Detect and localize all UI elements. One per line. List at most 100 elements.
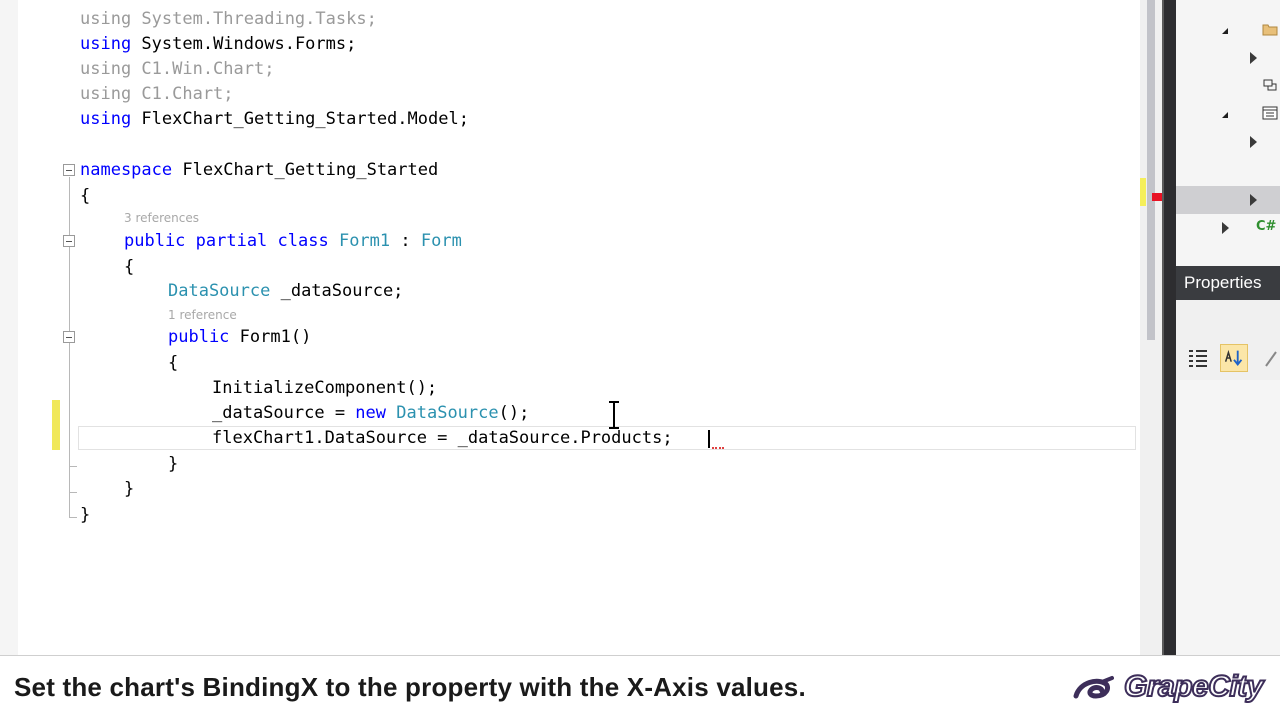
code-token: : bbox=[390, 231, 421, 251]
code-token: } bbox=[124, 479, 135, 499]
properties-window-title[interactable]: Properties bbox=[1176, 266, 1280, 300]
code-line-text: public Form1() bbox=[168, 325, 311, 349]
scrollbar-thumb[interactable] bbox=[1147, 0, 1155, 340]
references-icon bbox=[1263, 79, 1277, 91]
code-token: DataSource bbox=[168, 281, 271, 301]
code-token: } bbox=[80, 505, 91, 525]
alphabetical-sort-icon bbox=[1224, 349, 1243, 366]
code-line-text: using System.Threading.Tasks; bbox=[80, 7, 377, 31]
solution-tree-row[interactable] bbox=[1176, 72, 1280, 100]
code-line[interactable]: using C1.Chart; bbox=[0, 82, 1140, 106]
code-token: { bbox=[168, 353, 179, 373]
code-line[interactable]: public partial class Form1 : Form bbox=[0, 229, 1140, 253]
code-token: (); bbox=[498, 403, 530, 423]
code-token: _dataSource; bbox=[270, 281, 404, 301]
expanded-arrow-icon[interactable] bbox=[1222, 28, 1228, 34]
solution-tree-row[interactable] bbox=[1176, 100, 1280, 128]
pane-splitter[interactable] bbox=[1162, 0, 1176, 655]
code-line[interactable]: } bbox=[0, 503, 1140, 527]
code-token: Form1 bbox=[338, 231, 391, 251]
code-line-text: InitializeComponent(); bbox=[212, 376, 437, 400]
code-line-text: { bbox=[80, 184, 90, 208]
grapecity-logo-icon bbox=[1073, 676, 1114, 699]
codelens-class-references[interactable]: 3 references bbox=[124, 209, 199, 227]
code-line-text: _dataSource = new DataSource(); bbox=[212, 401, 529, 425]
scrollbar-change-marker bbox=[1140, 178, 1146, 206]
code-line-text: { bbox=[124, 255, 134, 279]
code-token: DataSource bbox=[396, 403, 499, 423]
code-line[interactable]: using FlexChart_Getting_Started.Model; bbox=[0, 107, 1140, 131]
code-token: flexChart1.DataSource = _dataSource.Prod… bbox=[212, 428, 673, 448]
ibeam-cursor-icon bbox=[609, 401, 619, 429]
collapse-class-icon[interactable] bbox=[63, 235, 75, 247]
properties-toolbar bbox=[1176, 300, 1280, 380]
outline-guide-end bbox=[69, 466, 77, 467]
code-line[interactable]: InitializeComponent(); bbox=[0, 376, 1140, 400]
collapsed-arrow-icon[interactable] bbox=[1250, 52, 1257, 64]
code-line[interactable]: using System.Threading.Tasks; bbox=[0, 7, 1140, 31]
code-line[interactable]: { bbox=[0, 184, 1140, 208]
caption-text: Set the chart's BindingX to the property… bbox=[14, 672, 806, 702]
solution-tree-row-selected[interactable] bbox=[1176, 186, 1280, 214]
brand-name: GrapeCity bbox=[1123, 669, 1264, 704]
code-line-text: } bbox=[168, 452, 178, 476]
solution-tree-row[interactable] bbox=[1176, 16, 1280, 44]
solution-tree-row[interactable] bbox=[1176, 44, 1280, 72]
alphabetical-view-button[interactable] bbox=[1220, 344, 1248, 372]
change-indicator bbox=[52, 400, 60, 450]
code-line[interactable]: using System.Windows.Forms; bbox=[0, 32, 1140, 56]
codelens-ctor-references[interactable]: 1 reference bbox=[168, 306, 237, 324]
caption-bar: Set the chart's BindingX to the property… bbox=[0, 655, 1280, 720]
expanded-arrow-icon[interactable] bbox=[1222, 112, 1228, 118]
code-editor[interactable]: using System.Threading.Tasks; using Syst… bbox=[0, 0, 1140, 655]
scrollbar-error-marker bbox=[1152, 193, 1162, 201]
code-token: Form1() bbox=[229, 327, 312, 347]
collapse-namespace-icon[interactable] bbox=[63, 164, 75, 176]
solution-tree-row[interactable] bbox=[1176, 128, 1280, 156]
outline-guide-end bbox=[69, 517, 77, 518]
code-line[interactable]: using C1.Win.Chart; bbox=[0, 57, 1140, 81]
code-line[interactable]: flexChart1.DataSource = _dataSource.Prod… bbox=[0, 426, 1140, 450]
editor-scrollbar[interactable] bbox=[1140, 0, 1162, 655]
collapsed-arrow-icon[interactable] bbox=[1222, 222, 1229, 234]
code-line-text: namespace FlexChart_Getting_Started bbox=[80, 158, 438, 182]
code-line-text: public partial class Form1 : Form bbox=[124, 229, 462, 253]
code-token: using System.Threading.Tasks; bbox=[80, 9, 377, 29]
code-token: System.Windows.Forms; bbox=[131, 34, 357, 54]
right-tool-pane: C# Properties bbox=[1176, 0, 1280, 655]
solution-tree-row[interactable]: C# bbox=[1176, 214, 1280, 242]
code-line-text: flexChart1.DataSource = _dataSource.Prod… bbox=[212, 426, 673, 450]
code-line[interactable]: public Form1() bbox=[0, 325, 1140, 349]
folder-icon bbox=[1262, 24, 1278, 36]
code-line[interactable]: } bbox=[0, 452, 1140, 476]
outline-guide-end bbox=[69, 492, 77, 493]
collapsed-arrow-icon[interactable] bbox=[1250, 136, 1257, 148]
code-token: new bbox=[355, 403, 387, 423]
error-squiggle bbox=[712, 444, 724, 449]
code-token: _dataSource = bbox=[212, 403, 356, 423]
code-token: FlexChart_Getting_Started.Model; bbox=[131, 109, 469, 129]
code-token: using C1.Chart; bbox=[80, 84, 234, 104]
property-pages-icon[interactable] bbox=[1260, 344, 1280, 372]
code-token: namespace bbox=[80, 160, 173, 180]
code-token: InitializeComponent(); bbox=[212, 378, 438, 398]
code-line-text: using C1.Chart; bbox=[80, 82, 234, 106]
code-line[interactable]: { bbox=[0, 351, 1140, 375]
code-line[interactable]: { bbox=[0, 255, 1140, 279]
code-line[interactable]: } bbox=[0, 477, 1140, 501]
categorized-view-icon[interactable] bbox=[1184, 344, 1212, 372]
code-line-text: } bbox=[124, 477, 134, 501]
csharp-file-icon: C# bbox=[1256, 219, 1277, 234]
collapse-method-icon[interactable] bbox=[63, 331, 75, 343]
code-line[interactable]: namespace FlexChart_Getting_Started bbox=[0, 158, 1140, 182]
collapsed-arrow-icon[interactable] bbox=[1250, 194, 1257, 206]
code-token: using C1.Win.Chart; bbox=[80, 59, 275, 79]
code-line[interactable]: _dataSource = new DataSource(); bbox=[0, 401, 1140, 425]
text-caret bbox=[708, 430, 710, 448]
code-line[interactable]: DataSource _dataSource; bbox=[0, 279, 1140, 303]
code-line-text: DataSource _dataSource; bbox=[168, 279, 403, 303]
code-token: } bbox=[168, 454, 179, 474]
code-line-text: using C1.Win.Chart; bbox=[80, 57, 274, 81]
